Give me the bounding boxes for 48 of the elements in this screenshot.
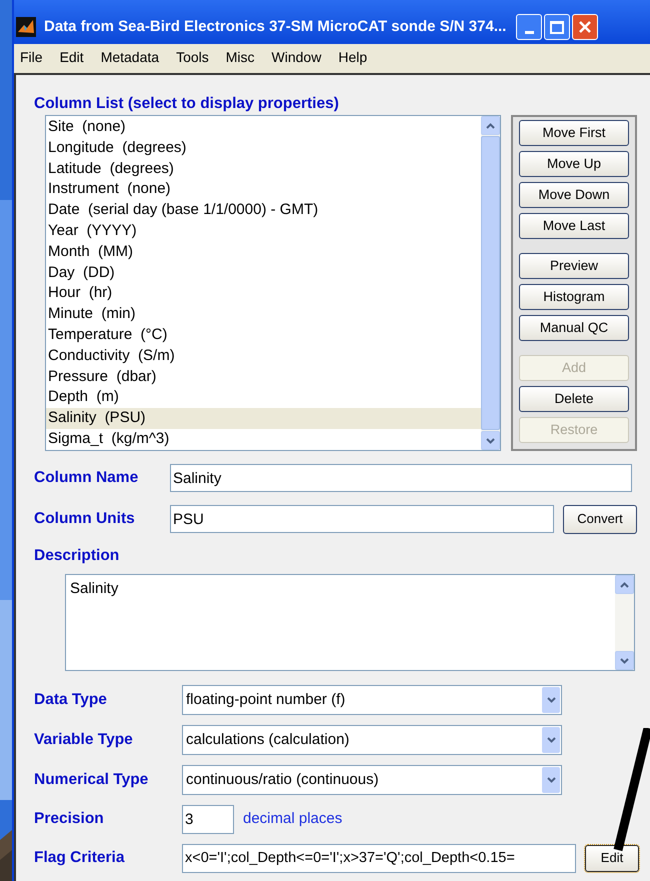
field-label: Data Type <box>34 690 108 710</box>
field-suffix: decimal places <box>243 808 342 829</box>
maximize-button[interactable] <box>544 14 570 40</box>
field-label: Variable Type <box>34 730 134 750</box>
menu-item[interactable]: Metadata <box>100 46 160 68</box>
window-title: Data from Sea-Bird Electronics 37-SM MicroCAT sonde S/N 374... <box>44 16 506 37</box>
field-label: Numerical Type <box>34 770 150 790</box>
list-action-button[interactable]: Move First <box>519 120 629 146</box>
list-action-button[interactable]: Move Up <box>519 151 629 177</box>
menu-item[interactable]: Edit <box>60 46 84 68</box>
description-field[interactable]: Salinity <box>65 574 635 671</box>
scroll-down-icon <box>486 438 495 444</box>
dropdown[interactable]: floating-point number (f) <box>182 685 562 715</box>
menu-item[interactable]: Help <box>338 46 368 68</box>
field-label: Description <box>34 546 120 566</box>
minimize-button[interactable] <box>516 14 542 40</box>
section-heading: Column List (select to display properties) <box>34 94 340 114</box>
field-label: Column Name <box>34 468 140 488</box>
menu-item[interactable]: Window <box>272 46 322 68</box>
list-action-button[interactable]: Preview <box>519 253 629 279</box>
list-action-button[interactable]: Delete <box>519 386 629 412</box>
field-label: Flag Criteria <box>34 848 126 868</box>
close-button[interactable] <box>572 14 598 40</box>
list-action-button[interactable]: Move Last <box>519 213 629 239</box>
column-units-field[interactable]: PSU <box>170 505 554 533</box>
scroll-up-icon <box>486 122 495 128</box>
field-label: Column Units <box>34 509 136 530</box>
convert-button[interactable]: Convert <box>563 504 637 534</box>
dropdown[interactable]: calculations (calculation) <box>182 725 562 755</box>
list-item[interactable]: Salinity (PSU) <box>46 408 481 429</box>
app-icon <box>16 17 36 37</box>
column-name-field[interactable]: Salinity <box>170 464 632 492</box>
field-label: Precision <box>34 809 105 830</box>
menu-item[interactable]: File <box>20 46 43 68</box>
list-action-button[interactable]: Move Down <box>519 182 629 208</box>
precision-field[interactable]: 3 <box>182 804 234 834</box>
menu-item[interactable]: Misc <box>226 46 255 68</box>
scroll-down-icon <box>620 658 629 664</box>
dropdown[interactable]: continuous/ratio (continuous) <box>182 765 562 795</box>
close-icon <box>578 20 592 34</box>
flag-criteria-field[interactable]: x<0='I';col_Depth<=0='I';x>37='Q';col_Depth<0.15= <box>182 844 576 872</box>
list-action-button[interactable]: Manual QC <box>519 315 629 341</box>
scrollbar[interactable] <box>481 116 500 450</box>
list-action-button[interactable]: Histogram <box>519 284 629 310</box>
menu-item[interactable]: Tools <box>176 46 209 68</box>
column-list[interactable] <box>45 115 501 451</box>
scroll-up-icon <box>620 582 629 588</box>
edit-button[interactable]: Edit <box>585 844 639 872</box>
